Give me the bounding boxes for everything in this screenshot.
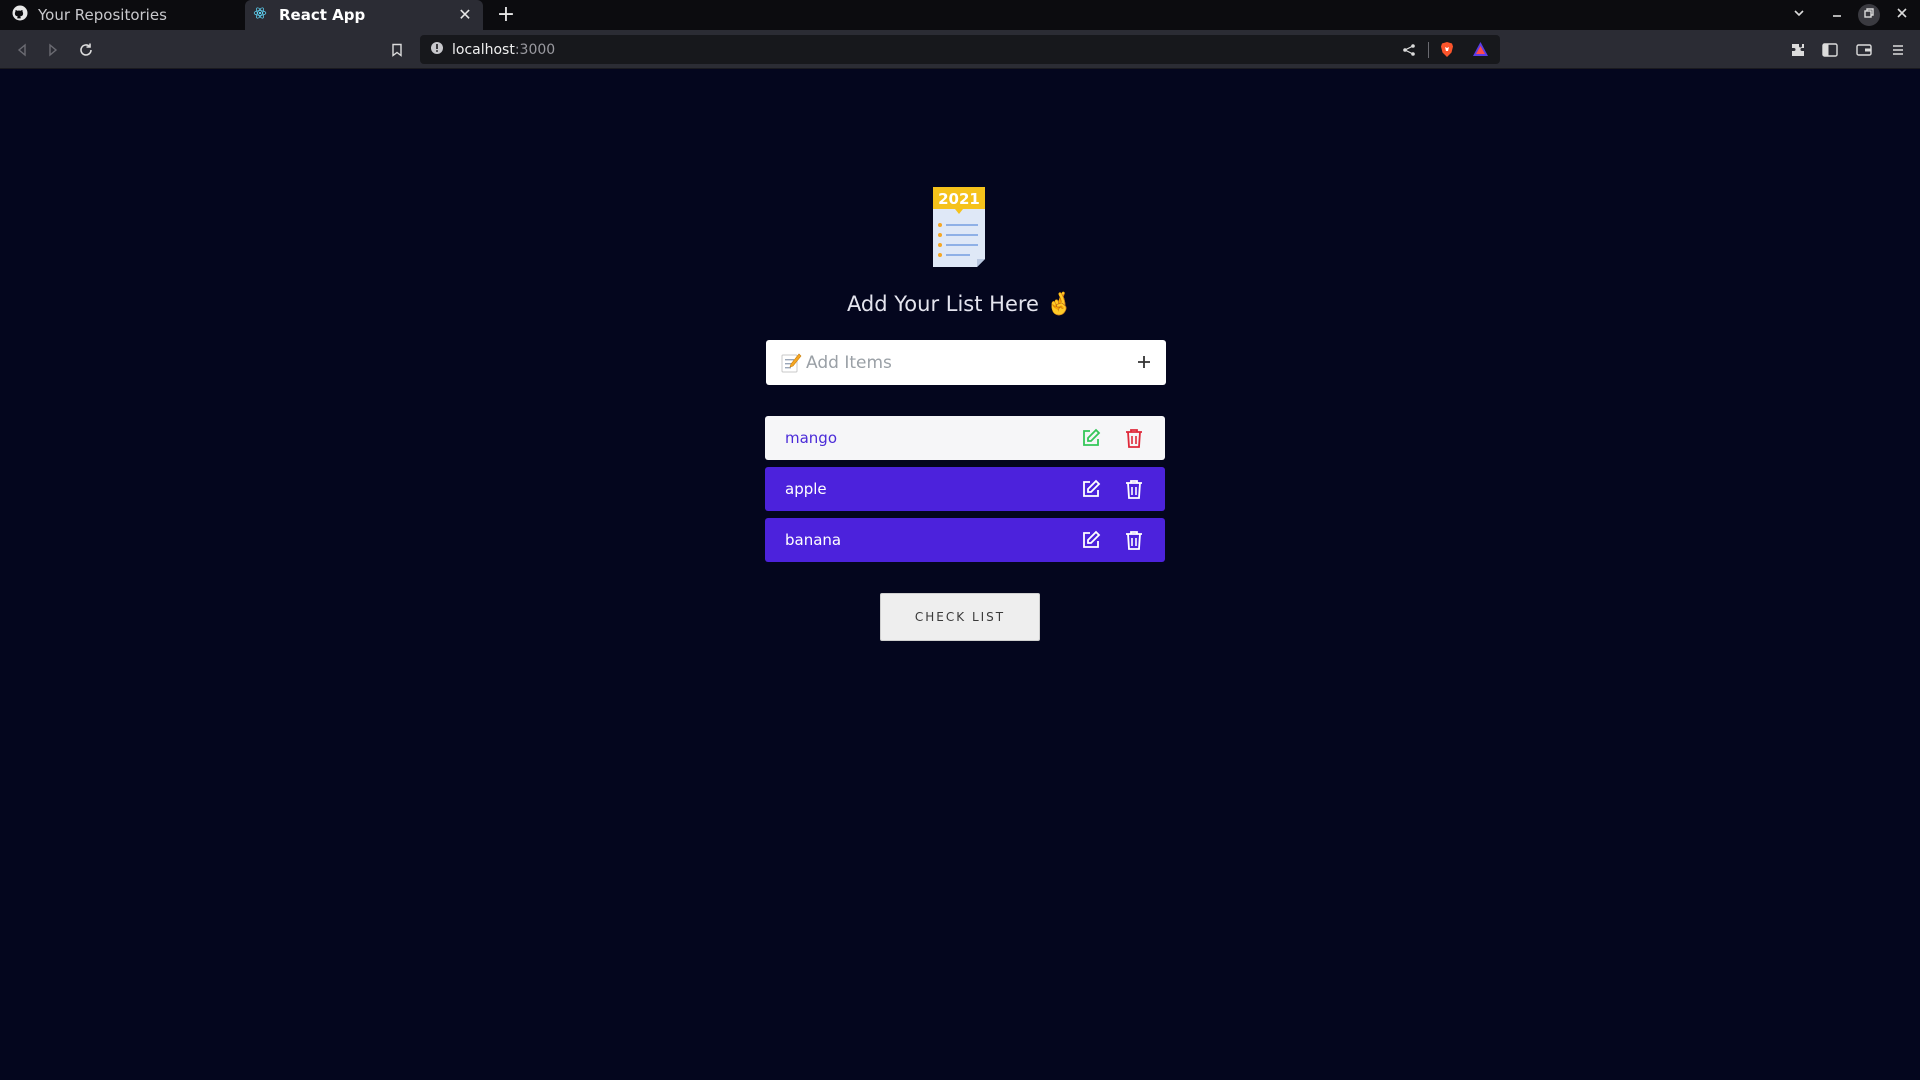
- todo-app: 2021 Add Your List Here 🤞 mango: [0, 70, 1920, 1080]
- divider: [1428, 42, 1429, 58]
- new-tab-button[interactable]: +: [494, 3, 518, 27]
- sidebar-icon[interactable]: [1818, 38, 1842, 62]
- item-label: apple: [785, 480, 827, 498]
- url-port: :3000: [514, 41, 556, 58]
- browser-toolbar: localhost:3000: [0, 30, 1920, 69]
- item-label: mango: [785, 429, 838, 447]
- edit-icon: [1083, 530, 1101, 548]
- share-icon[interactable]: [1402, 42, 1416, 61]
- add-item-button[interactable]: [1132, 350, 1156, 374]
- minimize-icon[interactable]: [1826, 4, 1848, 26]
- edit-button[interactable]: [1079, 477, 1103, 501]
- delete-button[interactable]: [1122, 477, 1146, 501]
- tab-strip: Your Repositories React App ✕ +: [0, 0, 1920, 30]
- site-info-icon[interactable]: [430, 40, 444, 59]
- edit-icon: [1083, 428, 1101, 446]
- forward-icon[interactable]: [41, 38, 65, 62]
- delete-button[interactable]: [1122, 528, 1146, 552]
- extensions-icon[interactable]: [1786, 38, 1810, 62]
- back-icon[interactable]: [10, 38, 34, 62]
- wallet-icon[interactable]: [1852, 38, 1876, 62]
- restore-icon[interactable]: [1858, 4, 1880, 26]
- list-item[interactable]: apple: [765, 467, 1165, 511]
- list-item[interactable]: mango: [765, 416, 1165, 460]
- address-bar[interactable]: localhost:3000: [420, 35, 1500, 64]
- delete-button[interactable]: [1122, 426, 1146, 450]
- plus-icon: [1138, 356, 1150, 368]
- crossed-fingers-icon: 🤞: [1045, 292, 1074, 317]
- tab-label: Your Repositories: [38, 6, 167, 24]
- list-item[interactable]: banana: [765, 518, 1165, 562]
- tab-react-app[interactable]: React App ✕: [245, 0, 483, 30]
- tab-label: React App: [279, 6, 366, 24]
- close-tab-icon[interactable]: ✕: [455, 5, 475, 25]
- tab-your-repositories[interactable]: Your Repositories: [0, 0, 242, 30]
- check-list-button[interactable]: CHECK LIST: [880, 593, 1040, 641]
- close-window-icon[interactable]: [1891, 4, 1913, 26]
- trash-icon: [1126, 429, 1142, 448]
- github-icon: [12, 5, 28, 25]
- brave-shields-icon[interactable]: [1439, 41, 1455, 62]
- add-item-box: [766, 340, 1166, 385]
- brave-rewards-icon[interactable]: [1472, 41, 1489, 61]
- trash-icon: [1126, 531, 1142, 550]
- item-list: mango apple banana: [765, 416, 1165, 569]
- tab-list-chevron-icon[interactable]: [1788, 4, 1810, 26]
- url-host: localhost: [452, 41, 515, 58]
- item-label: banana: [785, 531, 842, 549]
- add-item-input[interactable]: [806, 352, 1126, 373]
- edit-button[interactable]: [1079, 528, 1103, 552]
- edit-icon: [1083, 479, 1101, 497]
- edit-button[interactable]: [1079, 426, 1103, 450]
- memo-icon: [780, 352, 802, 374]
- trash-icon: [1126, 480, 1142, 499]
- bookmark-icon[interactable]: [385, 38, 409, 62]
- react-icon: [253, 6, 267, 24]
- logo-year: 2021: [938, 190, 980, 208]
- checklist-logo: 2021: [929, 187, 989, 269]
- page-heading: Add Your List Here 🤞: [760, 292, 1160, 317]
- menu-icon[interactable]: [1886, 38, 1910, 62]
- heading-text: Add Your List Here: [846, 292, 1039, 316]
- reload-icon[interactable]: [74, 38, 98, 62]
